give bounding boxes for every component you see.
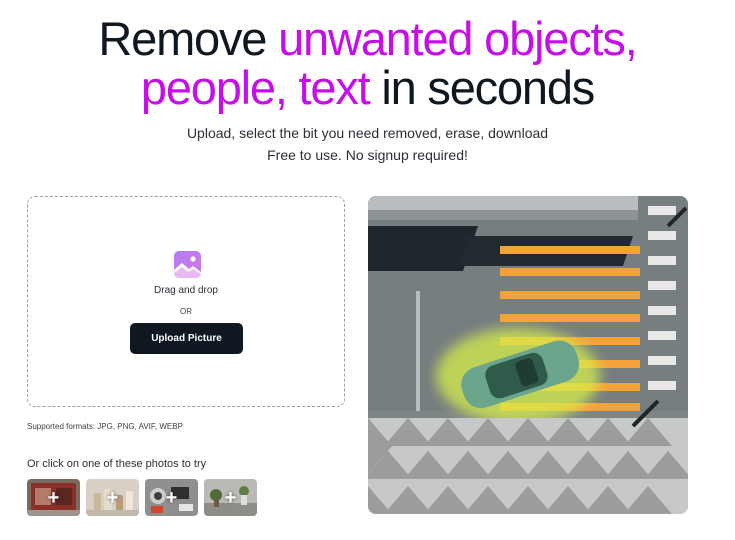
title-part1: Remove bbox=[98, 12, 279, 65]
plus-icon: + bbox=[106, 486, 119, 509]
hero-title: Remove unwanted objects, people, text in… bbox=[0, 14, 735, 112]
plus-icon: + bbox=[224, 486, 237, 509]
aerial-crosswalk-illustration bbox=[368, 196, 688, 514]
subtitle-line1: Upload, select the bit you need removed,… bbox=[186, 125, 549, 141]
upload-picture-button[interactable]: Upload Picture bbox=[130, 323, 243, 354]
sample-photo-desk-items[interactable]: + bbox=[145, 479, 198, 516]
hero-subtitle: Upload, select the bit you need removed,… bbox=[0, 122, 735, 166]
drag-and-drop-label: Drag and drop bbox=[154, 285, 218, 296]
sample-photos-label: Or click on one of these photos to try bbox=[27, 458, 207, 470]
sample-photo-bottles[interactable]: + bbox=[86, 479, 139, 516]
plus-icon: + bbox=[47, 486, 60, 509]
or-label: OR bbox=[180, 307, 192, 316]
title-part2: in seconds bbox=[369, 61, 595, 114]
image-icon bbox=[174, 251, 201, 278]
sample-photo-storefront[interactable]: + bbox=[27, 479, 80, 516]
sample-photo-plants[interactable]: + bbox=[204, 479, 257, 516]
preview-image bbox=[368, 196, 688, 514]
upload-dropzone[interactable]: Drag and drop OR Upload Picture bbox=[27, 196, 345, 407]
title-highlight1: unwanted objects, bbox=[278, 12, 638, 65]
subtitle-line2: Free to use. No signup required! bbox=[267, 147, 468, 163]
title-highlight2: people, text bbox=[140, 61, 371, 114]
plus-icon: + bbox=[165, 486, 178, 509]
supported-formats: Supported formats: JPG, PNG, AVIF, WEBP bbox=[27, 422, 183, 431]
